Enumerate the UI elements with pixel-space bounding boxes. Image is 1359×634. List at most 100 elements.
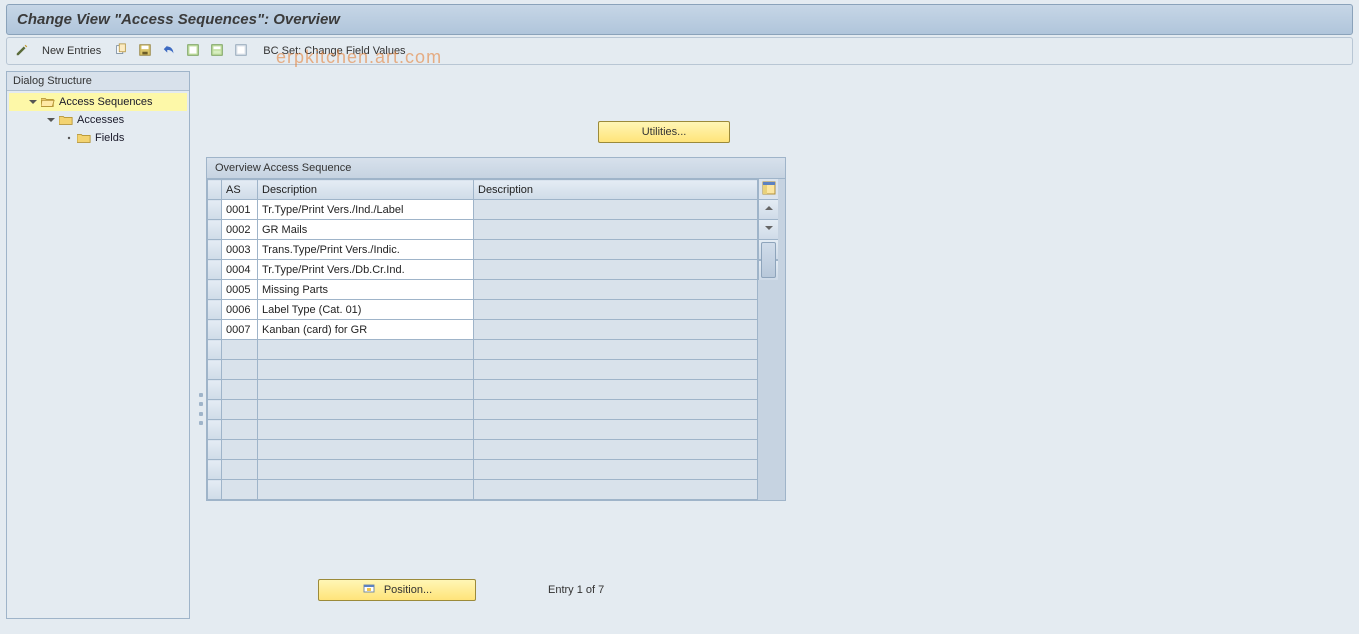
row-selector[interactable] [208,320,222,340]
tree-node-accesses[interactable]: Accesses [9,111,187,129]
row-selector[interactable] [208,400,222,420]
cell-desc2[interactable] [474,400,758,420]
table-settings-icon [762,181,776,198]
cell-desc2[interactable] [474,420,758,440]
cell-desc1[interactable] [258,380,474,400]
cell-as[interactable] [222,440,258,460]
tree-node-fields[interactable]: Fields [9,129,187,147]
cell-desc1[interactable]: Tr.Type/Print Vers./Ind./Label [258,200,474,220]
row-selector[interactable] [208,280,222,300]
cell-as[interactable]: 0005 [222,280,258,300]
cell-desc1[interactable] [258,400,474,420]
new-entries-button[interactable]: New Entries [35,41,108,61]
select-all-button[interactable] [182,41,204,61]
scroll-fast-down-button[interactable] [759,220,778,240]
select-all-icon [186,43,200,60]
undo-button[interactable] [158,41,180,61]
cell-as[interactable]: 0003 [222,240,258,260]
cell-desc1[interactable] [258,480,474,500]
table-row-empty [208,460,758,480]
deselect-icon [234,43,248,60]
row-selector[interactable] [208,300,222,320]
row-selector[interactable] [208,380,222,400]
cell-desc2[interactable] [474,220,758,240]
cell-desc2[interactable] [474,340,758,360]
tree-label: Accesses [77,114,124,126]
row-selector[interactable] [208,200,222,220]
cell-desc2[interactable] [474,260,758,280]
chevron-down-icon [764,223,774,236]
cell-as[interactable]: 0001 [222,200,258,220]
table-row: 0002GR Mails [208,220,758,240]
cell-as[interactable]: 0006 [222,300,258,320]
cell-desc2[interactable] [474,200,758,220]
cell-as[interactable] [222,420,258,440]
vertical-scroll [758,179,778,280]
utilities-button[interactable]: Utilities... [598,121,730,143]
cell-desc1[interactable] [258,360,474,380]
page-title: Change View "Access Sequences": Overview [6,4,1353,35]
overview-table: AS Description Description 0001Tr.Type/P… [207,179,758,500]
tree-node-access-sequences[interactable]: Access Sequences [9,93,187,111]
cell-as[interactable] [222,480,258,500]
cell-desc2[interactable] [474,240,758,260]
cell-desc1[interactable] [258,460,474,480]
cell-desc1[interactable]: Missing Parts [258,280,474,300]
table-caption: Overview Access Sequence [207,158,785,179]
cell-desc2[interactable] [474,280,758,300]
cell-desc2[interactable] [474,320,758,340]
cell-as[interactable] [222,360,258,380]
cell-as[interactable]: 0007 [222,320,258,340]
cell-as[interactable] [222,340,258,360]
cell-desc1[interactable]: Trans.Type/Print Vers./Indic. [258,240,474,260]
cell-desc1[interactable]: Tr.Type/Print Vers./Db.Cr.Ind. [258,260,474,280]
cell-desc2[interactable] [474,480,758,500]
row-selector[interactable] [208,220,222,240]
configure-columns-button[interactable] [759,179,778,200]
deselect-all-button[interactable] [230,41,252,61]
row-selector[interactable] [208,460,222,480]
row-selector[interactable] [208,340,222,360]
row-selector-header[interactable] [208,180,222,200]
cell-as[interactable]: 0004 [222,260,258,280]
table-footer: Position... Entry 1 of 7 [206,579,786,601]
row-selector[interactable] [208,480,222,500]
cell-as[interactable] [222,380,258,400]
cell-desc1[interactable] [258,440,474,460]
scroll-thumb[interactable] [761,242,776,278]
collapse-icon[interactable] [45,114,57,126]
scroll-up-button[interactable] [759,200,778,220]
row-selector[interactable] [208,420,222,440]
row-selector[interactable] [208,440,222,460]
cell-as[interactable]: 0002 [222,220,258,240]
toggle-mode-button[interactable] [11,41,33,61]
cell-desc2[interactable] [474,440,758,460]
cell-desc1[interactable]: GR Mails [258,220,474,240]
cell-desc1[interactable]: Kanban (card) for GR [258,320,474,340]
position-button[interactable]: Position... [318,579,476,601]
tree-label: Fields [95,132,124,144]
bc-set-button[interactable]: BC Set: Change Field Values [254,41,414,61]
copy-button[interactable] [110,41,132,61]
row-selector[interactable] [208,240,222,260]
col-header-as[interactable]: AS [222,180,258,200]
cell-desc1[interactable]: Label Type (Cat. 01) [258,300,474,320]
copy-icon [114,43,128,60]
select-block-button[interactable] [206,41,228,61]
cell-desc2[interactable] [474,460,758,480]
cell-as[interactable] [222,400,258,420]
cell-desc2[interactable] [474,300,758,320]
cell-as[interactable] [222,460,258,480]
cell-desc1[interactable] [258,340,474,360]
collapse-icon[interactable] [27,96,39,108]
cell-desc1[interactable] [258,420,474,440]
delete-button[interactable] [134,41,156,61]
cell-desc2[interactable] [474,360,758,380]
cell-desc2[interactable] [474,380,758,400]
row-selector[interactable] [208,360,222,380]
row-selector[interactable] [208,260,222,280]
col-header-desc1[interactable]: Description [258,180,474,200]
undo-icon [162,43,176,60]
table-row-empty [208,420,758,440]
col-header-desc2[interactable]: Description [474,180,758,200]
